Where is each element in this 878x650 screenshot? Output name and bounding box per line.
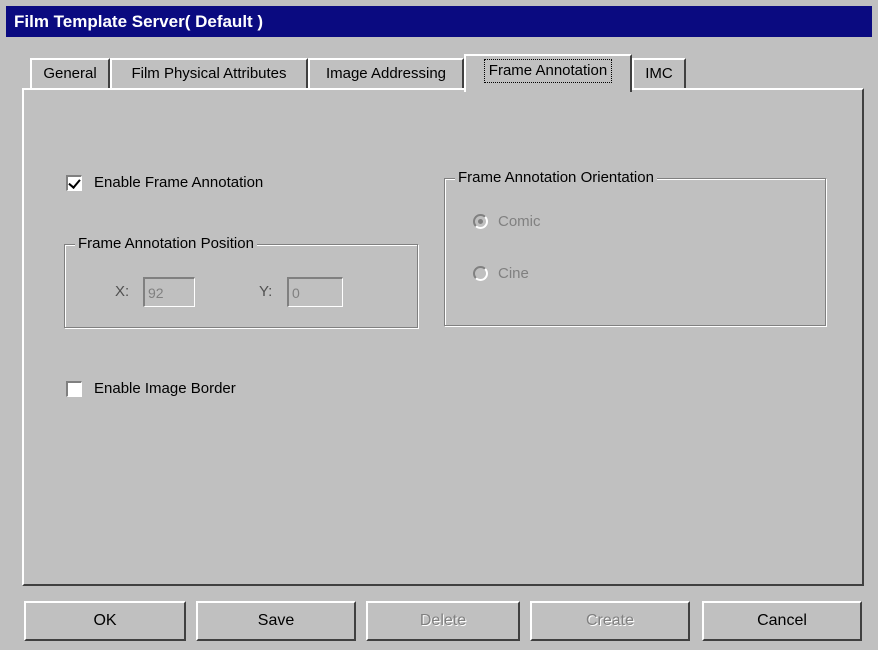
comic-label: Comic — [498, 213, 541, 230]
ok-button[interactable]: OK — [24, 601, 186, 641]
tab-frame-annotation-label: Frame Annotation — [483, 59, 613, 83]
save-button[interactable]: Save — [196, 601, 356, 641]
tab-general-label: General — [43, 65, 97, 82]
create-button[interactable]: Create — [530, 601, 690, 641]
orientation-option-cine[interactable]: Cine — [473, 265, 529, 282]
x-label: X: — [115, 283, 130, 300]
enable-image-border-label: Enable Image Border — [94, 380, 236, 397]
tab-imc-label: IMC — [645, 65, 673, 82]
dialog-window: Film Template Server( Default ) General … — [0, 0, 878, 650]
enable-frame-annotation-row[interactable]: Enable Frame Annotation — [66, 174, 263, 191]
cine-radio[interactable] — [473, 266, 488, 281]
frame-annotation-position-group: Frame Annotation Position X: Y: — [64, 235, 418, 328]
tab-strip: General Film Physical Attributes Image A… — [0, 0, 878, 95]
cancel-button[interactable]: Cancel — [702, 601, 862, 641]
orientation-option-comic[interactable]: Comic — [473, 213, 541, 230]
y-label: Y: — [259, 283, 273, 300]
enable-frame-annotation-checkbox[interactable] — [66, 174, 82, 191]
tab-image-addressing-label: Image Addressing — [325, 65, 447, 82]
tab-image-addressing[interactable]: Image Addressing — [308, 58, 464, 88]
tab-general[interactable]: General — [30, 58, 110, 88]
enable-frame-annotation-label: Enable Frame Annotation — [94, 174, 264, 191]
enable-image-border-row[interactable]: Enable Image Border — [66, 380, 236, 397]
comic-radio[interactable] — [473, 214, 488, 229]
delete-button[interactable]: Delete — [366, 601, 520, 641]
tab-frame-annotation[interactable]: Frame Annotation — [464, 54, 632, 92]
y-coordinate-input[interactable] — [287, 277, 343, 307]
tab-film-physical-attributes-label: Film Physical Attributes — [131, 65, 287, 82]
tab-panel-frame-annotation: Enable Frame Annotation Frame Annotation… — [22, 88, 864, 586]
frame-annotation-orientation-group: Frame Annotation Orientation Comic Cine — [444, 169, 826, 326]
tab-film-physical-attributes[interactable]: Film Physical Attributes — [110, 58, 308, 88]
enable-image-border-checkbox[interactable] — [66, 380, 82, 397]
cine-label: Cine — [498, 265, 529, 282]
tab-imc[interactable]: IMC — [632, 58, 686, 88]
frame-annotation-orientation-label: Frame Annotation Orientation — [455, 169, 657, 187]
frame-annotation-position-label: Frame Annotation Position — [75, 235, 257, 253]
x-coordinate-input[interactable] — [143, 277, 195, 307]
